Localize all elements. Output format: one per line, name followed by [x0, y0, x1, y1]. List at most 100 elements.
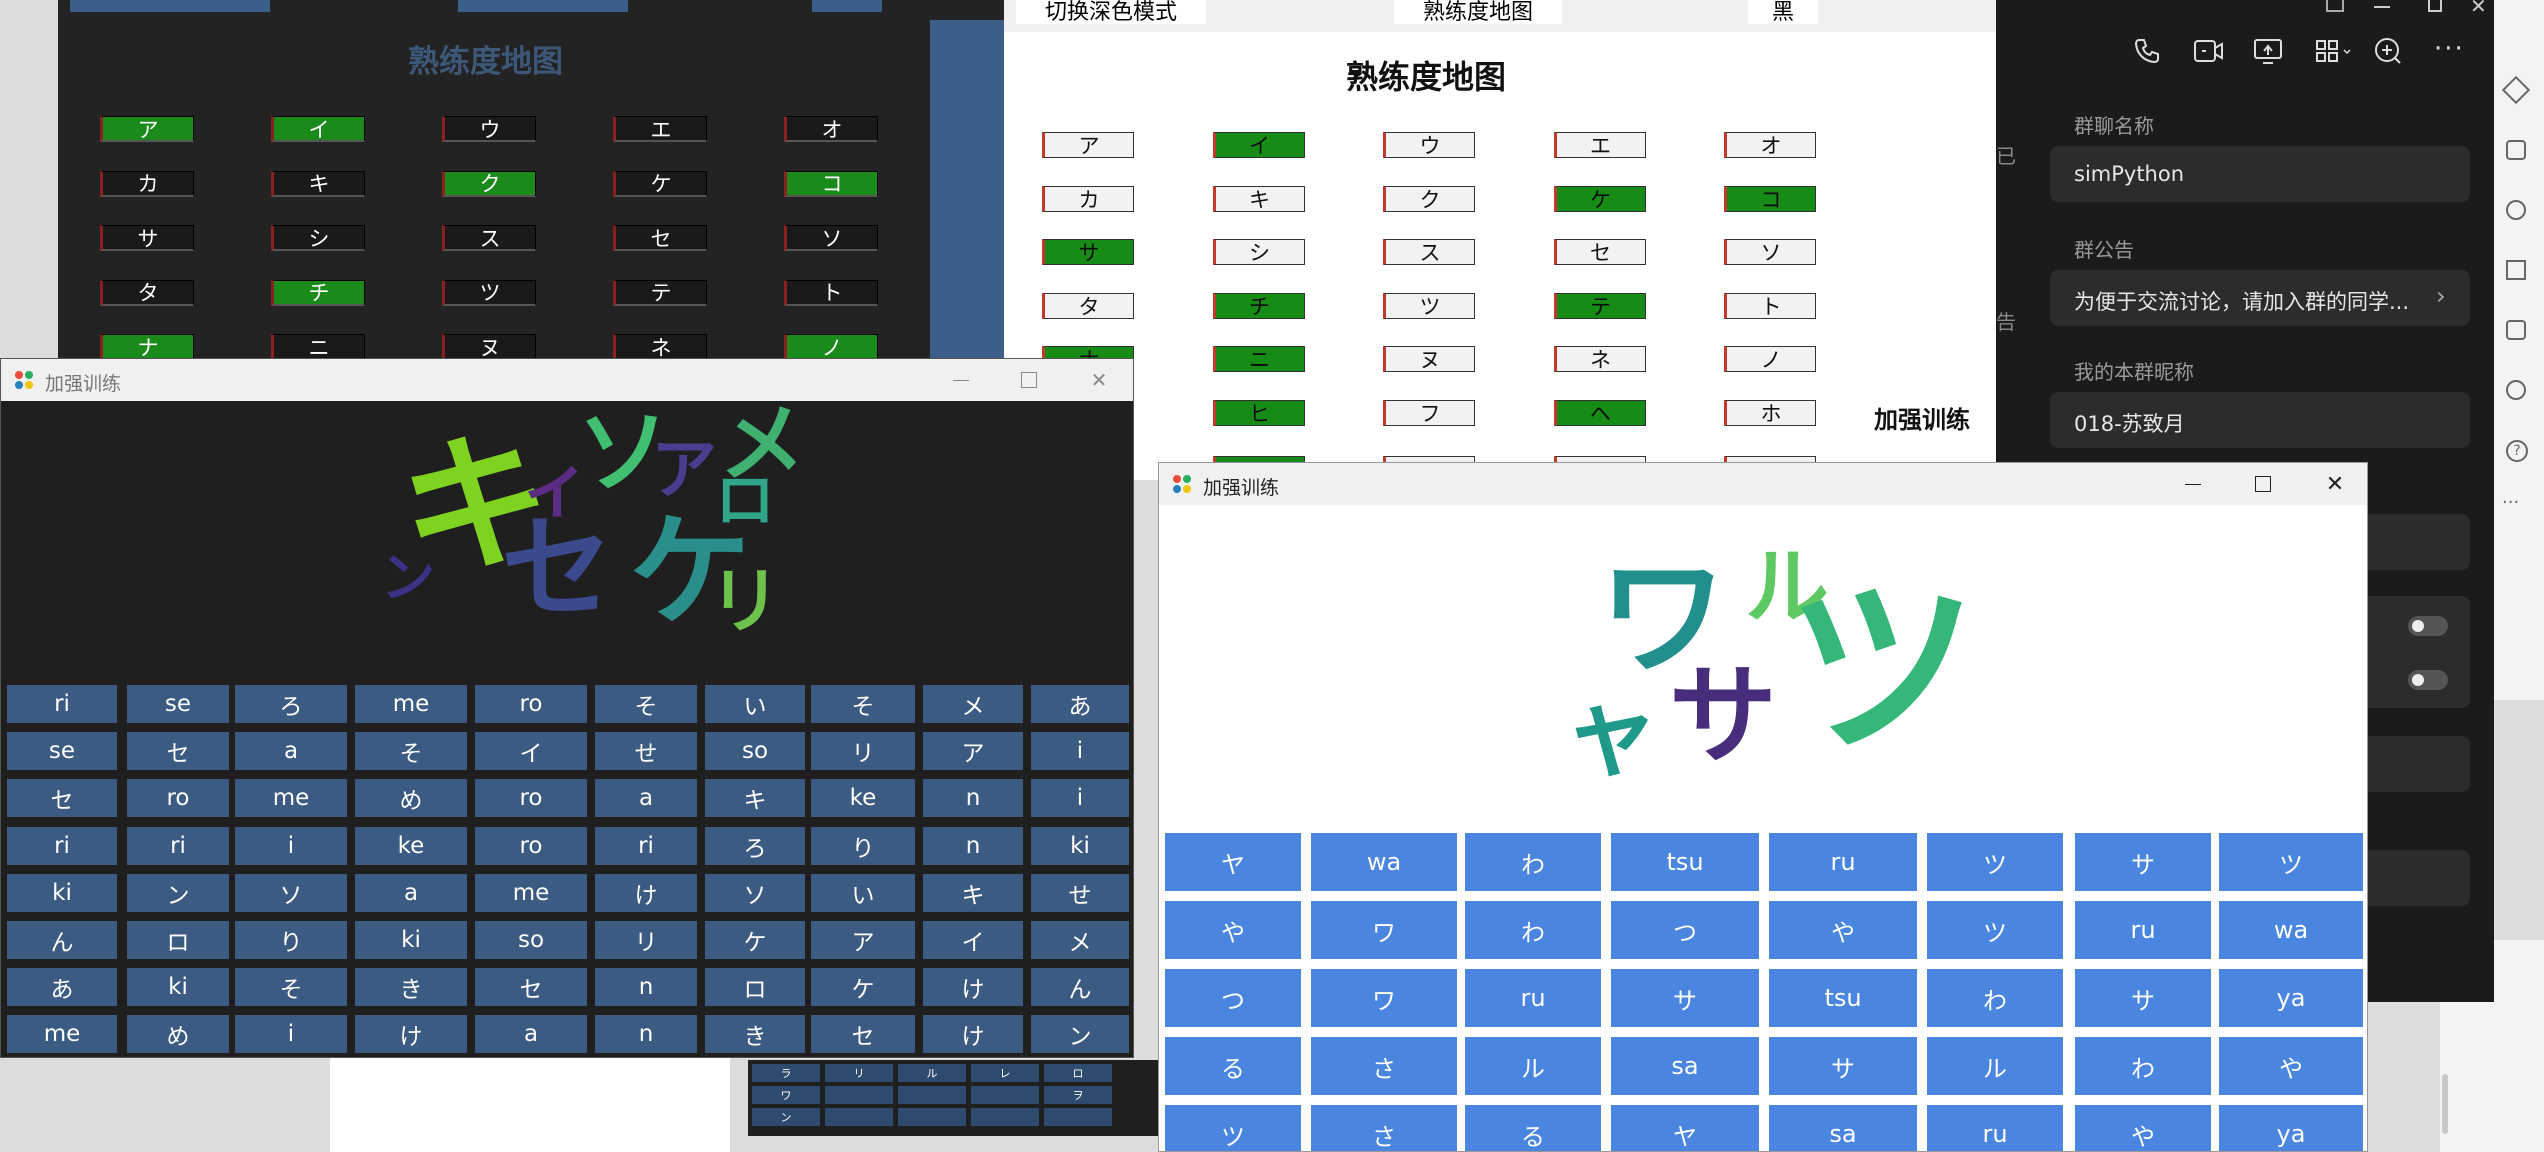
answer-button[interactable]: サ — [1611, 969, 1759, 1027]
proficiency-cell[interactable]: ア — [1042, 132, 1134, 158]
proficiency-cell[interactable]: フ — [1383, 399, 1475, 426]
answer-button[interactable]: ke — [811, 779, 915, 818]
answer-button[interactable]: キ — [705, 779, 805, 818]
answer-button[interactable]: わ — [1927, 969, 2063, 1027]
answer-button[interactable]: a — [595, 779, 697, 818]
answer-button[interactable]: り — [235, 921, 347, 959]
help-icon[interactable]: ? — [2506, 440, 2528, 462]
proficiency-cell[interactable]: ソ — [784, 225, 878, 251]
proficiency-cell[interactable]: エ — [613, 116, 707, 142]
sidebar-icon-6[interactable] — [2506, 380, 2526, 400]
answer-button[interactable]: ヤ — [1165, 833, 1301, 891]
answer-button[interactable]: つ — [1611, 901, 1759, 959]
answer-button[interactable]: a — [355, 873, 467, 912]
proficiency-cell[interactable]: セ — [1553, 239, 1646, 265]
answer-button[interactable]: ソ — [235, 873, 347, 912]
minimize-icon[interactable] — [2374, 6, 2390, 8]
proficiency-map-button[interactable]: 熟练度地图 — [1394, 0, 1562, 24]
maximize-button[interactable] — [1009, 359, 1049, 401]
nickname-field[interactable]: 018-苏致月 — [2050, 392, 2470, 448]
sidebar-icon-2[interactable] — [2506, 140, 2526, 160]
answer-button[interactable]: ro — [475, 779, 587, 818]
apps-icon[interactable] — [2314, 36, 2354, 66]
answer-button[interactable]: つ — [1165, 969, 1301, 1027]
answer-button[interactable]: り — [811, 826, 915, 865]
proficiency-cell[interactable]: ク — [442, 170, 536, 197]
answer-button[interactable]: サ — [2075, 969, 2211, 1027]
sidebar-icon-3[interactable] — [2506, 200, 2526, 220]
proficiency-cell[interactable]: ナ — [100, 334, 194, 360]
group-name-field[interactable]: simPython — [2050, 146, 2470, 202]
answer-button[interactable]: so — [705, 732, 805, 771]
answer-button[interactable]: tsu — [1769, 969, 1917, 1027]
answer-button[interactable]: sa — [1611, 1037, 1759, 1095]
close-button[interactable]: ✕ — [2315, 463, 2355, 505]
answer-button[interactable]: ro — [127, 779, 229, 818]
answer-button[interactable]: ru — [1769, 833, 1917, 891]
more-icon[interactable]: ··· — [2434, 34, 2465, 64]
answer-button[interactable]: そ — [235, 968, 347, 1007]
answer-button[interactable]: そ — [811, 685, 915, 723]
dark-top-button-2[interactable] — [458, 0, 628, 12]
answer-button[interactable]: ru — [2075, 901, 2211, 959]
answer-button[interactable]: me — [7, 1015, 117, 1054]
answer-button[interactable]: n — [923, 826, 1023, 865]
pin-icon[interactable] — [2326, 0, 2344, 12]
answer-button[interactable]: ke — [355, 826, 467, 865]
proficiency-cell[interactable]: ネ — [1553, 346, 1646, 372]
dark-top-button-1[interactable] — [70, 0, 270, 12]
proficiency-cell[interactable]: ヌ — [1383, 346, 1475, 372]
add-icon[interactable] — [2372, 36, 2404, 66]
answer-button[interactable]: ル — [1927, 1037, 2063, 1095]
video-icon[interactable] — [2192, 36, 2224, 66]
answer-button[interactable]: ル — [1465, 1037, 1601, 1095]
sidebar-icon-1[interactable] — [2501, 75, 2531, 105]
answer-button[interactable]: ツ — [1927, 833, 2063, 891]
proficiency-cell[interactable]: ツ — [442, 279, 536, 306]
answer-button[interactable]: n — [923, 779, 1023, 818]
answer-button[interactable]: sa — [1769, 1105, 1917, 1151]
answer-button[interactable]: イ — [923, 921, 1023, 959]
answer-button[interactable]: き — [705, 1015, 805, 1054]
answer-button[interactable]: さ — [1311, 1037, 1457, 1095]
proficiency-cell[interactable]: ス — [1383, 239, 1475, 265]
answer-button[interactable]: ya — [2219, 1105, 2363, 1151]
scroll-thumb[interactable] — [2442, 1074, 2448, 1134]
answer-button[interactable]: ツ — [1165, 1105, 1301, 1151]
proficiency-cell[interactable]: ア — [100, 116, 194, 142]
proficiency-cell[interactable]: キ — [1212, 185, 1305, 212]
proficiency-cell[interactable]: エ — [1553, 132, 1646, 158]
answer-button[interactable]: i — [1031, 779, 1129, 818]
answer-button[interactable]: ru — [1465, 969, 1601, 1027]
answer-button[interactable]: メ — [923, 685, 1023, 723]
answer-button[interactable]: i — [1031, 732, 1129, 771]
answer-button[interactable]: se — [127, 685, 229, 723]
toggle-dark-mode-button[interactable]: 切换深色模式 — [1016, 0, 1206, 24]
answer-button[interactable]: そ — [595, 685, 697, 723]
answer-button[interactable]: tsu — [1611, 833, 1759, 891]
proficiency-cell[interactable]: ノ — [784, 334, 878, 360]
proficiency-cell[interactable]: ニ — [271, 334, 365, 360]
minimize-button[interactable] — [941, 359, 981, 401]
answer-button[interactable]: け — [355, 1015, 467, 1054]
proficiency-cell[interactable]: テ — [613, 279, 707, 306]
answer-button[interactable]: ケ — [811, 968, 915, 1007]
answer-button[interactable]: me — [355, 685, 467, 723]
answer-button[interactable]: ヤ — [1611, 1105, 1759, 1151]
answer-button[interactable]: ロ — [705, 968, 805, 1007]
toggle-switch-1[interactable] — [2408, 616, 2448, 636]
dark-top-button-3[interactable] — [812, 0, 882, 12]
proficiency-cell[interactable]: サ — [1042, 239, 1134, 265]
proficiency-cell[interactable]: ク — [1383, 185, 1475, 212]
proficiency-cell[interactable]: ネ — [613, 334, 707, 360]
proficiency-cell[interactable]: ヘ — [1553, 399, 1646, 426]
proficiency-cell[interactable]: ケ — [1553, 185, 1646, 212]
answer-button[interactable]: や — [1769, 901, 1917, 959]
answer-button[interactable]: せ — [1031, 873, 1129, 912]
answer-button[interactable]: セ — [127, 732, 229, 771]
answer-button[interactable]: i — [235, 826, 347, 865]
answer-button[interactable]: そ — [355, 732, 467, 771]
answer-button[interactable]: n — [595, 968, 697, 1007]
phone-icon[interactable] — [2132, 36, 2162, 66]
black-button[interactable]: 黑 — [1748, 0, 1818, 24]
